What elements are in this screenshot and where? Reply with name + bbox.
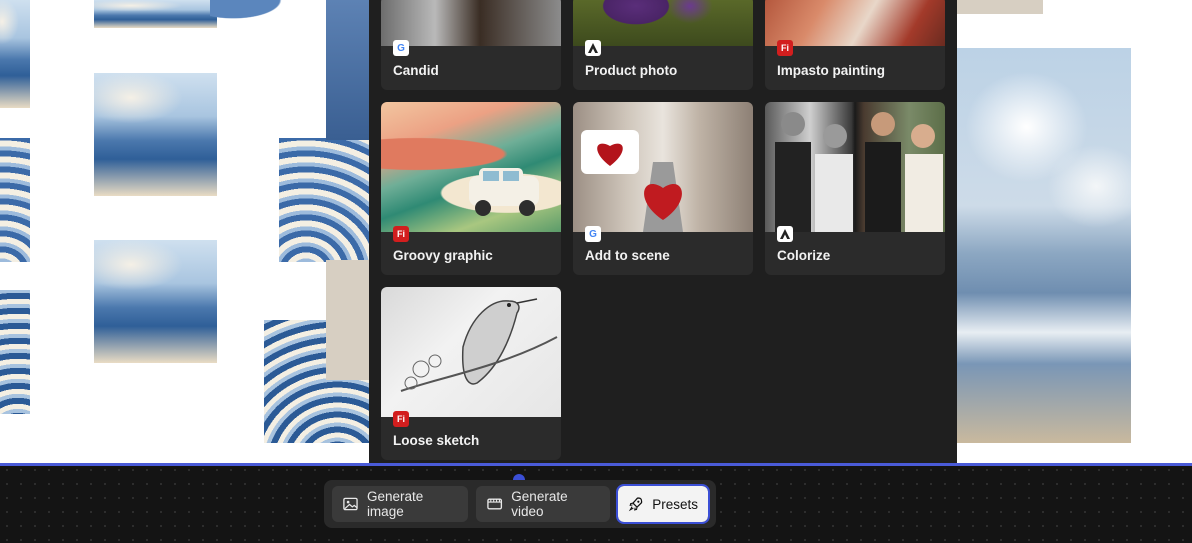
preset-label: Loose sketch bbox=[393, 433, 480, 448]
preset-card-add-to-scene[interactable]: G Add to scene bbox=[573, 102, 753, 275]
artwork-tile[interactable] bbox=[94, 240, 217, 363]
artwork-tile[interactable] bbox=[94, 0, 217, 28]
firefly-icon: Fi bbox=[393, 411, 409, 427]
preset-card-impasto-painting[interactable]: Fi Impasto painting bbox=[765, 0, 945, 90]
artwork-tile[interactable] bbox=[210, 0, 326, 40]
firefly-icon: Fi bbox=[393, 226, 409, 242]
artwork-tile[interactable] bbox=[0, 138, 30, 262]
firefly-icon: Fi bbox=[777, 40, 793, 56]
preset-thumbnail bbox=[381, 102, 561, 232]
preset-label: Add to scene bbox=[585, 248, 670, 263]
generation-toolbar: Generate image Generate video Presets bbox=[324, 480, 716, 528]
google-icon: G bbox=[585, 226, 601, 242]
preset-thumbnail bbox=[381, 0, 561, 46]
preset-label: Groovy graphic bbox=[393, 248, 493, 263]
artwork-tile[interactable] bbox=[326, 0, 369, 140]
preset-thumbnail bbox=[765, 0, 945, 46]
preset-thumbnail bbox=[381, 287, 561, 417]
preset-thumbnail bbox=[573, 102, 753, 232]
preset-label: Candid bbox=[393, 63, 439, 78]
preset-card-product-photo[interactable]: Product photo bbox=[573, 0, 753, 90]
adobe-icon bbox=[777, 226, 793, 242]
adobe-icon bbox=[585, 40, 601, 56]
google-icon: G bbox=[393, 40, 409, 56]
video-icon bbox=[487, 498, 503, 510]
artwork-tile[interactable] bbox=[326, 260, 369, 380]
artwork-tile[interactable] bbox=[0, 0, 30, 108]
presets-label: Presets bbox=[652, 496, 698, 512]
preset-card-candid[interactable]: G Candid bbox=[381, 0, 561, 90]
generate-video-button[interactable]: Generate video bbox=[476, 486, 610, 522]
presets-panel: G Candid Product photo Fi Impasto painti… bbox=[369, 0, 957, 471]
preset-card-colorize[interactable]: Colorize bbox=[765, 102, 945, 275]
preset-thumbnail bbox=[573, 0, 753, 46]
preset-thumbnail bbox=[765, 102, 945, 232]
rocket-icon bbox=[628, 497, 643, 512]
artwork-tile[interactable] bbox=[279, 138, 369, 262]
artwork-tile[interactable] bbox=[957, 48, 1131, 443]
preset-card-groovy-graphic[interactable]: Fi Groovy graphic bbox=[381, 102, 561, 275]
preset-label: Colorize bbox=[777, 248, 831, 263]
generate-video-label: Generate video bbox=[511, 489, 568, 519]
image-icon bbox=[343, 497, 358, 511]
preset-label: Product photo bbox=[585, 63, 678, 78]
artwork-tile[interactable] bbox=[0, 290, 30, 414]
preset-label: Impasto painting bbox=[777, 63, 885, 78]
presets-button[interactable]: Presets bbox=[616, 484, 710, 524]
generate-image-label: Generate image bbox=[366, 489, 424, 519]
generate-image-button[interactable]: Generate image bbox=[332, 486, 468, 522]
artwork-tile[interactable] bbox=[957, 0, 1043, 14]
artwork-tile[interactable] bbox=[94, 73, 217, 196]
preset-card-loose-sketch[interactable]: Fi Loose sketch bbox=[381, 287, 561, 460]
